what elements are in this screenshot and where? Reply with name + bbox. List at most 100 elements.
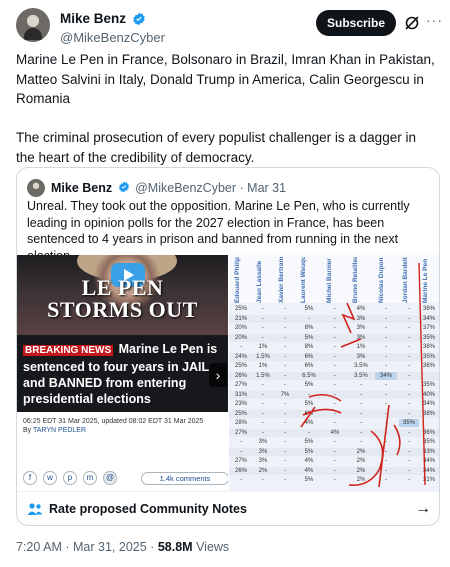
poll-column-header: Laurent Wauquiez xyxy=(300,257,307,303)
poll-cell: 35% xyxy=(399,419,419,428)
poll-cell: - xyxy=(334,391,336,398)
poll-cell: 6% xyxy=(304,363,314,369)
poll-cell: - xyxy=(284,372,286,379)
tweet-date[interactable]: Mar 31, 2025 xyxy=(73,540,147,554)
poll-cell: - xyxy=(408,372,410,379)
poll-column-header: Bruno Retailleau xyxy=(352,257,359,303)
poll-cell: 36% xyxy=(422,306,435,312)
poll-cell: - xyxy=(284,363,286,369)
poll-cell: 25% xyxy=(234,363,247,369)
poll-cell: - xyxy=(385,344,387,350)
poll-cell: - xyxy=(262,410,264,417)
tweet-paragraph: The criminal prosecution of every populi… xyxy=(16,130,416,165)
poll-cell: 25% xyxy=(234,306,247,312)
poll-cell: - xyxy=(284,306,286,312)
poll-cell: 5% xyxy=(304,448,314,455)
poll-cell: 40% xyxy=(422,391,435,398)
poll-cell: - xyxy=(385,382,387,388)
poll-cell: - xyxy=(284,382,286,388)
email-icon: @ xyxy=(103,471,117,485)
poll-row: - - - 5% - 2% - - 31% xyxy=(229,476,439,484)
article-screenshot[interactable]: LE PEN STORMS OUT BREAKING NEWS Marine L… xyxy=(17,255,228,491)
poll-cell: - xyxy=(334,315,336,322)
quoted-tweet[interactable]: Mike Benz @MikeBenzCyber · Mar 31 Unreal… xyxy=(16,167,440,526)
quoted-handle[interactable]: @MikeBenzCyber xyxy=(135,181,236,195)
poll-cell: - xyxy=(408,353,410,360)
poll-cell: - xyxy=(334,410,336,417)
poll-cell: 8% xyxy=(304,325,314,331)
avatar[interactable] xyxy=(16,8,50,42)
poll-cell: 36% xyxy=(422,363,435,369)
poll-column-header: Michel Barnier xyxy=(326,258,333,303)
poll-cell: - xyxy=(385,477,387,483)
verified-badge-icon xyxy=(133,12,146,26)
display-name[interactable]: Mike Benz xyxy=(60,11,126,26)
poll-cell: - xyxy=(334,448,336,455)
poll-cell: - xyxy=(262,477,264,483)
poll-cell: - xyxy=(408,334,410,341)
community-notes-bar[interactable]: Rate proposed Community Notes → xyxy=(17,491,439,525)
poll-cell: - xyxy=(262,325,264,331)
poll-cell: - xyxy=(284,315,286,322)
poll-cell: 4% xyxy=(304,467,314,474)
community-notes-label[interactable]: Rate proposed Community Notes xyxy=(49,502,247,516)
poll-cell: 4% xyxy=(330,429,340,436)
poll-cell: - xyxy=(385,448,387,455)
photo-title-line: LE PEN xyxy=(81,275,164,300)
poll-row: - 1% - 8% - 1% - - 38% xyxy=(229,343,439,351)
poll-column-header: Xavier Bertrand xyxy=(278,257,285,303)
poll-cell: 3% xyxy=(258,439,268,445)
poll-cell: 1.5% xyxy=(256,353,270,360)
poll-row: 20% - - 5% - 3% - - 35% xyxy=(229,333,439,342)
messenger-icon: m xyxy=(83,471,97,485)
tweet-time[interactable]: 7:20 AM xyxy=(16,540,62,554)
poll-cell: 1% xyxy=(356,344,366,350)
poll-cell: - xyxy=(240,477,242,483)
verified-badge-icon xyxy=(118,181,129,193)
poll-cell: 3% xyxy=(356,353,366,360)
quoted-display-name[interactable]: Mike Benz xyxy=(51,181,112,195)
handle[interactable]: @MikeBenzCyber xyxy=(60,30,165,45)
tweet-header: Mike Benz @MikeBenzCyber Subscribe ··· xyxy=(16,8,442,45)
poll-cell: 5% xyxy=(304,306,314,312)
poll-cell: - xyxy=(360,382,362,388)
poll-cell: 33% xyxy=(422,448,435,455)
quoted-avatar[interactable] xyxy=(27,179,45,197)
quoted-date[interactable]: Mar 31 xyxy=(247,181,286,195)
poll-row: 27% 3% - 4% - 2% - - 34% xyxy=(229,457,439,465)
more-options-icon[interactable]: ··· xyxy=(426,13,444,29)
poll-cell: 2% xyxy=(356,467,366,474)
poll-cell: 20% xyxy=(234,334,247,341)
poll-row: 27% - - - 4% - - - 36% xyxy=(229,428,439,437)
arrow-right-icon[interactable]: → xyxy=(415,500,431,518)
next-arrow-button[interactable]: › xyxy=(209,363,227,387)
poll-cell: 4% xyxy=(356,306,366,312)
poll-row: 23% - - 5% - - - - 34% xyxy=(229,400,439,408)
quoted-media: LE PEN STORMS OUT BREAKING NEWS Marine L… xyxy=(17,255,439,491)
pinterest-icon: p xyxy=(63,471,77,485)
article-timestamp: 06:25 EDT 31 Mar 2025, updated 08:02 EDT… xyxy=(23,418,204,425)
poll-cell: 36% xyxy=(422,429,435,436)
poll-cell: 2% xyxy=(356,477,366,483)
poll-cell: - xyxy=(240,439,242,445)
poll-cell: - xyxy=(385,315,387,322)
poll-row: 21% - - - - 3% - - 34% xyxy=(229,314,439,323)
grok-icon[interactable] xyxy=(404,15,420,31)
poll-cell: - xyxy=(408,315,410,322)
poll-cell: 26% xyxy=(234,372,247,379)
poll-cell: 34% xyxy=(422,458,435,464)
poll-cell: - xyxy=(385,429,387,436)
poll-cell: - xyxy=(385,334,387,341)
people-icon xyxy=(27,503,43,515)
poll-row: 27% - - 5% - - - - 35% xyxy=(229,381,439,389)
share-row: f w p m @ 1.4k comments xyxy=(23,469,228,489)
poll-table-image[interactable]: Édouard Philippe Jean Lassalle Xavier Bert… xyxy=(229,255,439,491)
poll-cell: 3% xyxy=(356,325,366,331)
poll-row: 25% - - 5% - 4% - - 36% xyxy=(229,305,439,313)
poll-cell: 35% xyxy=(422,382,435,388)
subscribe-button[interactable]: Subscribe xyxy=(316,10,396,36)
poll-cell: 3% xyxy=(258,448,268,455)
poll-cell: - xyxy=(334,325,336,331)
poll-cell: 25% xyxy=(234,410,247,417)
poll-cell: - xyxy=(408,401,410,407)
